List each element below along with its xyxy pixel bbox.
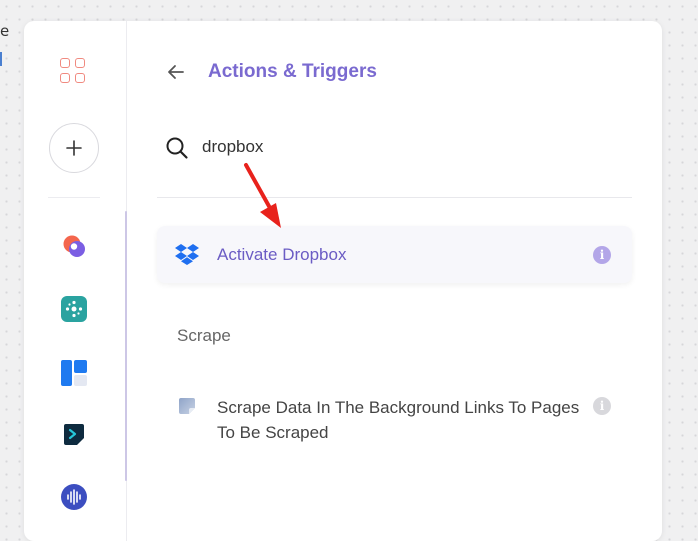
- actions-triggers-panel: Actions & Triggers Activate Dropbox i Sc…: [24, 21, 662, 541]
- background-glyph: e: [0, 22, 10, 40]
- section-title-scrape: Scrape: [177, 326, 231, 345]
- scrape-item-label: Scrape Data In The Background Links To P…: [217, 398, 580, 442]
- app-1-icon[interactable]: [61, 233, 87, 259]
- page-title: Actions & Triggers: [208, 61, 377, 82]
- search-divider: [157, 197, 632, 198]
- result-item-activate-dropbox[interactable]: Activate Dropbox i: [157, 226, 632, 283]
- sidebar: [24, 21, 127, 541]
- scrape-icon: [179, 398, 195, 414]
- app-4-icon[interactable]: [61, 421, 87, 447]
- result-item-scrape-data[interactable]: Scrape Data In The Background Links To P…: [157, 381, 632, 461]
- apps-grid-icon[interactable]: [60, 58, 86, 84]
- sidebar-divider: [48, 197, 100, 198]
- search-icon: [166, 137, 188, 159]
- arrow-left-icon[interactable]: [164, 60, 188, 84]
- app-5-icon[interactable]: [61, 484, 87, 510]
- result-label: Activate Dropbox: [217, 245, 347, 264]
- info-icon[interactable]: i: [593, 397, 611, 415]
- app-2-icon[interactable]: [61, 296, 87, 322]
- dropbox-icon: [175, 244, 199, 265]
- add-button[interactable]: [49, 123, 99, 173]
- sidebar-scrollbar[interactable]: [125, 211, 127, 481]
- plus-icon: [66, 140, 82, 156]
- background-edge-mark: [0, 52, 2, 66]
- info-icon[interactable]: i: [593, 246, 611, 264]
- search-input[interactable]: [202, 134, 622, 160]
- app-3-icon[interactable]: [61, 360, 87, 386]
